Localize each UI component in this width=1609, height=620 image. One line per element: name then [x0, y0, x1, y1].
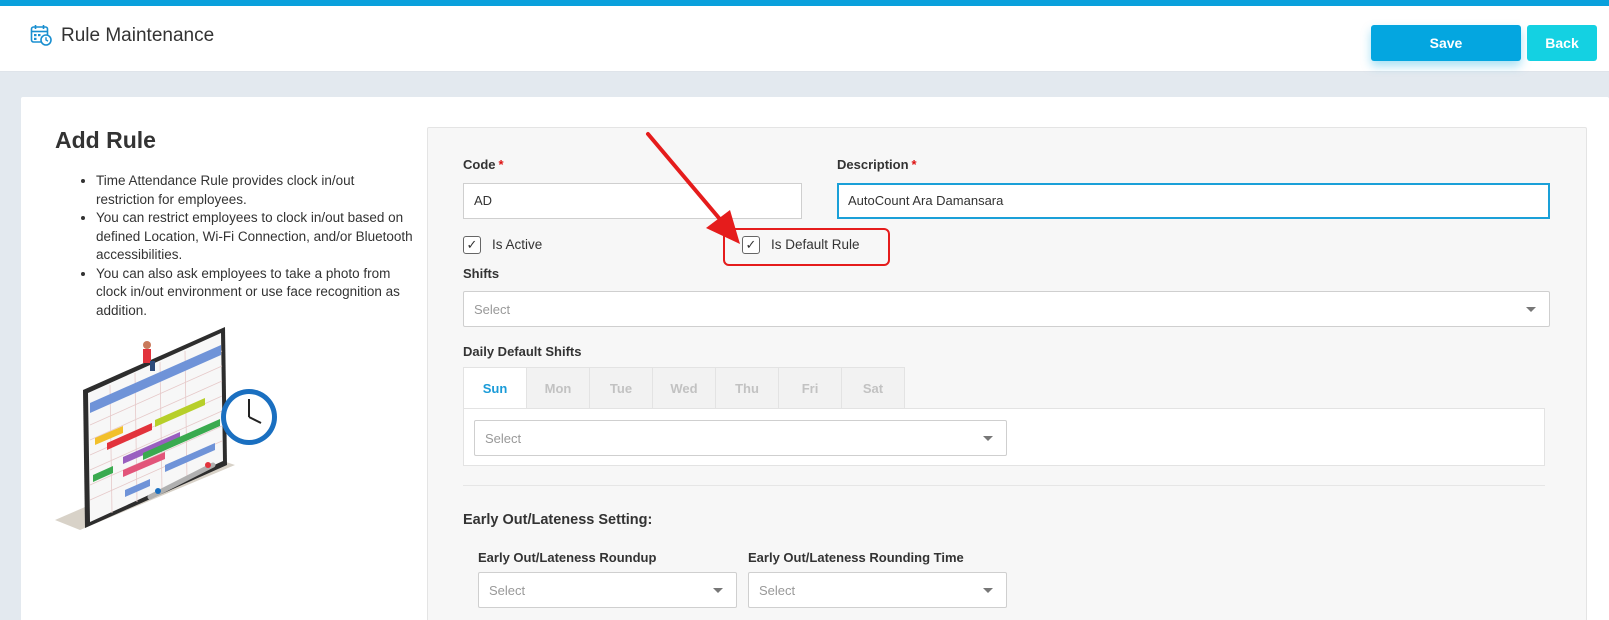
section-divider: [463, 485, 1545, 486]
description-label: Description *: [837, 157, 917, 172]
roundup-select-placeholder: Select: [489, 583, 526, 598]
description-input[interactable]: AutoCount Ara Damansara: [837, 183, 1550, 219]
info-bullet: You can also ask employees to take a pho…: [96, 265, 416, 321]
tab-thu[interactable]: Thu: [715, 367, 779, 409]
info-bullet-list: Time Attendance Rule provides clock in/o…: [76, 172, 416, 320]
calendar-clock-icon: [30, 25, 52, 46]
shifts-select-placeholder: Select: [474, 302, 511, 317]
tab-fri[interactable]: Fri: [778, 367, 842, 409]
shifts-label: Shifts: [463, 266, 500, 281]
daily-shift-select-placeholder: Select: [485, 431, 522, 446]
tab-sun[interactable]: Sun: [463, 367, 527, 409]
roundup-label: Early Out/Lateness Roundup: [478, 550, 657, 565]
tab-sat[interactable]: Sat: [841, 367, 905, 409]
rounding-time-select-placeholder: Select: [759, 583, 796, 598]
save-button[interactable]: Save: [1371, 25, 1521, 61]
rounding-time-select[interactable]: Select: [748, 572, 1007, 608]
chevron-down-icon: [983, 588, 993, 593]
is-active-label: Is Active: [492, 237, 543, 252]
roundup-select[interactable]: Select: [478, 572, 737, 608]
shifts-select[interactable]: Select: [463, 291, 1550, 327]
rounding-time-label: Early Out/Lateness Rounding Time: [748, 550, 964, 565]
chevron-down-icon: [713, 588, 723, 593]
schedule-illustration: [55, 327, 277, 530]
page-header: Rule Maintenance Save Back: [0, 6, 1609, 72]
back-button[interactable]: Back: [1527, 25, 1597, 61]
is-active-checkbox[interactable]: ✓: [463, 236, 481, 254]
code-input[interactable]: AD: [463, 183, 802, 219]
tab-mon[interactable]: Mon: [526, 367, 590, 409]
code-label: Code *: [463, 157, 504, 172]
chevron-down-icon: [1526, 307, 1536, 312]
add-rule-heading: Add Rule: [55, 127, 156, 153]
daily-default-shifts-label: Daily Default Shifts: [463, 344, 582, 359]
info-bullet: Time Attendance Rule provides clock in/o…: [96, 172, 416, 209]
annotation-arrow-icon: [646, 132, 740, 244]
tab-tue[interactable]: Tue: [589, 367, 653, 409]
page-title: Rule Maintenance: [61, 25, 215, 46]
daily-shift-select[interactable]: Select: [474, 420, 1007, 456]
early-out-lateness-section-title: Early Out/Lateness Setting:: [463, 512, 653, 528]
info-bullet: You can restrict employees to clock in/o…: [96, 209, 416, 265]
tab-wed[interactable]: Wed: [652, 367, 716, 409]
day-tabs: Sun Mon Tue Wed Thu Fri Sat: [463, 367, 905, 409]
chevron-down-icon: [983, 436, 993, 441]
